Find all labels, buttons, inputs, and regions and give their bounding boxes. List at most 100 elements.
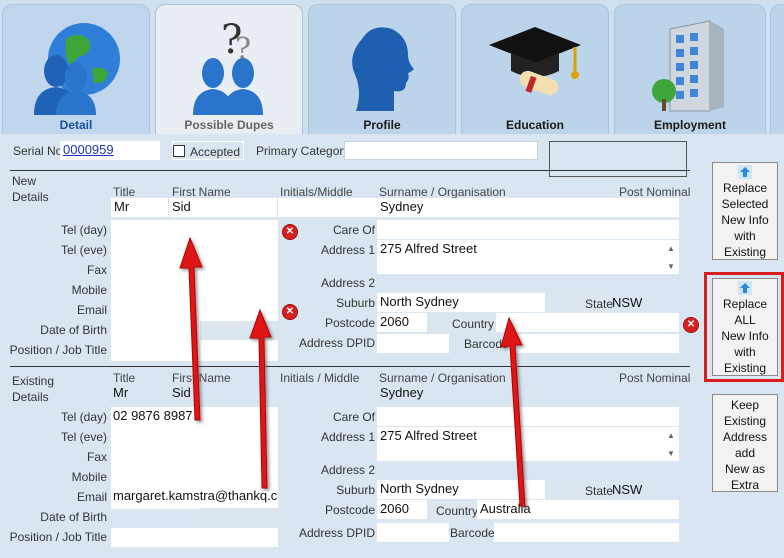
keep-existing-button[interactable]: Keep Existing Address add New as Extra <box>712 394 778 492</box>
existing-address-scroll[interactable]: ▲ ▼ <box>664 427 678 463</box>
graduation-cap-icon <box>489 27 581 96</box>
new-fax-label: Fax <box>86 263 107 277</box>
new-address2-label: Address 2 <box>320 276 375 290</box>
tab-education[interactable]: Education <box>461 4 609 134</box>
new-care-of-field[interactable] <box>377 220 679 239</box>
existing-postcode-field: 2060 <box>377 500 427 519</box>
replace-selected-line-2: Selected <box>721 197 769 211</box>
existing-address1-field: 275 Alfred Street <box>377 427 679 461</box>
tab-profile-label: Profile <box>363 118 401 132</box>
existing-fax-label: Fax <box>86 450 107 464</box>
existing-address2-label: Address 2 <box>320 463 375 477</box>
existing-position-field <box>111 528 278 547</box>
tab-employment-label: Employment <box>653 118 726 132</box>
keep-existing-line-6: Extra <box>730 478 759 492</box>
existing-mobile-label: Mobile <box>71 470 107 484</box>
new-care-of-label: Care Of <box>332 223 375 237</box>
existing-barcode-label: Barcode <box>450 526 495 540</box>
tab-profile[interactable]: Profile <box>308 4 456 134</box>
existing-col-surname: Surname / Organisation <box>379 371 506 385</box>
serial-number-value[interactable]: 0000959 <box>63 142 114 157</box>
new-position-label: Position / Job Title <box>9 343 107 357</box>
section-separator-2 <box>10 366 690 367</box>
new-first-name-field[interactable]: Sid <box>169 198 277 217</box>
primary-category-label: Primary Category <box>256 144 350 158</box>
new-postcode-label: Postcode <box>324 316 375 330</box>
primary-category-field[interactable] <box>344 141 538 160</box>
serial-number-link[interactable]: 0000959 <box>60 141 160 160</box>
tab-employment[interactable]: Employment <box>614 4 766 134</box>
clear-address-icon[interactable]: ✕ <box>684 318 698 332</box>
keep-existing-line-5: New as <box>724 462 765 476</box>
tab-education-label: Education <box>505 118 564 132</box>
new-title-field[interactable]: Mr <box>111 198 168 217</box>
col-post-nominal: Post Nominal <box>619 185 691 199</box>
new-dpid-label: Address DPID <box>298 336 375 350</box>
new-section-label: New <box>12 174 37 188</box>
new-initials-field[interactable] <box>278 198 377 217</box>
col-surname: Surname / Organisation <box>379 185 506 199</box>
existing-col-title: Title <box>113 371 136 385</box>
existing-state-label: State <box>585 484 614 498</box>
new-address-scroll[interactable]: ▲ ▼ <box>664 240 678 276</box>
existing-first-name-value: Sid <box>172 385 191 400</box>
new-surname-field[interactable]: Sydney <box>377 198 617 217</box>
existing-care-of-label: Care Of <box>332 410 375 424</box>
accepted-frame <box>172 141 244 160</box>
new-tel-eve-label: Tel (eve) <box>60 243 107 257</box>
clear-tel-icon[interactable]: ✕ <box>283 225 297 239</box>
col-first-name: First Name <box>172 185 231 199</box>
new-suburb-field[interactable]: North Sydney <box>377 293 545 312</box>
replace-all-highlight <box>704 272 784 382</box>
clear-email-icon[interactable]: ✕ <box>283 305 297 319</box>
keep-existing-line-2: Existing <box>723 414 767 428</box>
section-separator <box>10 170 690 171</box>
existing-email-value: margaret.kamstra@thankq.co <box>113 488 278 503</box>
existing-title-value: Mr <box>113 385 129 400</box>
existing-barcode-field <box>494 523 679 542</box>
existing-postcode-label: Postcode <box>324 503 375 517</box>
new-address1-field[interactable]: 275 Alfred Street <box>377 240 679 274</box>
existing-country-label: Country <box>436 504 479 518</box>
new-tel-day-label: Tel (day) <box>60 223 107 237</box>
existing-dob-age <box>200 508 278 527</box>
new-country-field[interactable] <box>496 313 679 332</box>
tab-possible-dupes[interactable]: ? ? Possible Dupes <box>155 4 303 134</box>
tab-detail-label: Detail <box>59 118 93 132</box>
new-post-nominal-field[interactable] <box>617 198 679 217</box>
keep-existing-line-4: add <box>734 446 756 460</box>
photo-frame <box>549 141 687 177</box>
existing-col-post-nominal: Post Nominal <box>619 371 691 385</box>
new-state-value[interactable]: NSW <box>612 295 642 310</box>
replace-selected-button[interactable]: Replace Selected New Info with Existing <box>712 162 778 260</box>
existing-care-of-field <box>377 407 679 426</box>
up-arrow-icon <box>738 165 752 179</box>
new-address1-label: Address 1 <box>320 243 375 257</box>
existing-tel-day-label: Tel (day) <box>60 410 107 424</box>
existing-tel-eve-label: Tel (eve) <box>60 430 107 444</box>
existing-col-initials: Initials / Middle <box>280 371 360 385</box>
new-postcode-field[interactable]: 2060 <box>377 313 427 332</box>
replace-selected-line-5: Existing <box>723 245 767 259</box>
existing-tel-day-value: 02 9876 8987 <box>113 408 193 423</box>
existing-position-label: Position / Job Title <box>9 530 107 544</box>
new-barcode-field[interactable] <box>508 334 679 353</box>
new-position-field[interactable] <box>111 342 278 361</box>
existing-suburb-field: North Sydney <box>377 480 545 499</box>
existing-dob-label: Date of Birth <box>40 510 107 524</box>
existing-contact-fields: 02 9876 8987 margaret.kamstra@thankq.co <box>111 407 278 509</box>
new-section-label-2: Details <box>12 190 49 204</box>
existing-state-value: NSW <box>612 482 643 497</box>
col-initials: Initials/Middle <box>280 185 353 199</box>
serial-label: Serial No <box>13 144 63 158</box>
existing-suburb-label: Suburb <box>336 483 375 497</box>
replace-selected-line-1: Replace <box>722 181 768 195</box>
existing-surname-value: Sydney <box>380 385 424 400</box>
new-mobile-label: Mobile <box>71 283 107 297</box>
tab-detail[interactable]: Detail <box>2 4 150 134</box>
new-barcode-label: Barcode <box>464 337 509 351</box>
tab-overflow[interactable] <box>770 4 784 134</box>
keep-existing-line-1: Keep <box>730 398 760 412</box>
new-dpid-field[interactable] <box>377 334 449 353</box>
existing-section-label-2: Details <box>12 390 49 404</box>
